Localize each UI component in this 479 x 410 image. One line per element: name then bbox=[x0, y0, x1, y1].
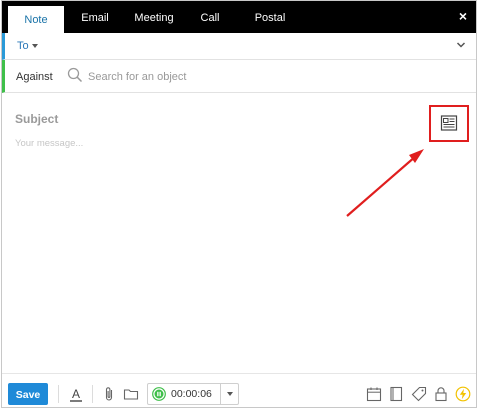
object-search-input[interactable] bbox=[88, 69, 288, 84]
tag-icon[interactable] bbox=[411, 386, 427, 402]
subject-input[interactable] bbox=[15, 111, 315, 127]
compose-dialog: Note Email Meeting Call Postal × To Agai… bbox=[1, 0, 477, 408]
timer-value: 00:00:06 bbox=[171, 388, 212, 400]
tab-email[interactable]: Email bbox=[73, 1, 117, 33]
lock-icon[interactable] bbox=[433, 386, 449, 402]
annotation-arrow bbox=[346, 149, 424, 217]
paperclip-icon[interactable] bbox=[101, 386, 117, 402]
timer-divider bbox=[220, 384, 221, 404]
to-caret-icon[interactable] bbox=[32, 44, 38, 48]
timer-control[interactable]: 00:00:06 bbox=[147, 383, 239, 405]
toolbar-divider bbox=[58, 385, 59, 403]
chevron-down-icon[interactable] bbox=[456, 40, 466, 50]
svg-text:A: A bbox=[72, 387, 80, 401]
save-button[interactable]: Save bbox=[8, 383, 48, 405]
calendar-icon[interactable] bbox=[366, 386, 382, 402]
book-icon[interactable] bbox=[388, 386, 404, 402]
toolbar-divider bbox=[92, 385, 93, 403]
lightning-icon[interactable] bbox=[455, 386, 471, 402]
bottom-toolbar: Save A 00:00:06 bbox=[2, 373, 476, 410]
folder-icon[interactable] bbox=[123, 386, 139, 402]
highlight-box bbox=[429, 105, 469, 142]
tab-note[interactable]: Note bbox=[8, 6, 64, 33]
timer-pause-icon[interactable] bbox=[152, 387, 166, 401]
text-format-icon[interactable]: A bbox=[68, 386, 84, 402]
tab-meeting[interactable]: Meeting bbox=[129, 1, 179, 33]
against-row: Against bbox=[2, 60, 476, 93]
to-row: To bbox=[2, 33, 476, 60]
timer-dropdown-icon[interactable] bbox=[227, 392, 233, 396]
search-icon bbox=[67, 67, 83, 83]
tab-call[interactable]: Call bbox=[195, 1, 225, 33]
tab-postal[interactable]: Postal bbox=[248, 1, 292, 33]
against-label: Against bbox=[16, 71, 53, 83]
message-textarea[interactable] bbox=[15, 138, 395, 338]
to-label[interactable]: To bbox=[17, 40, 29, 52]
tab-bar: Note Email Meeting Call Postal × bbox=[2, 1, 476, 33]
close-icon[interactable]: × bbox=[456, 9, 470, 23]
